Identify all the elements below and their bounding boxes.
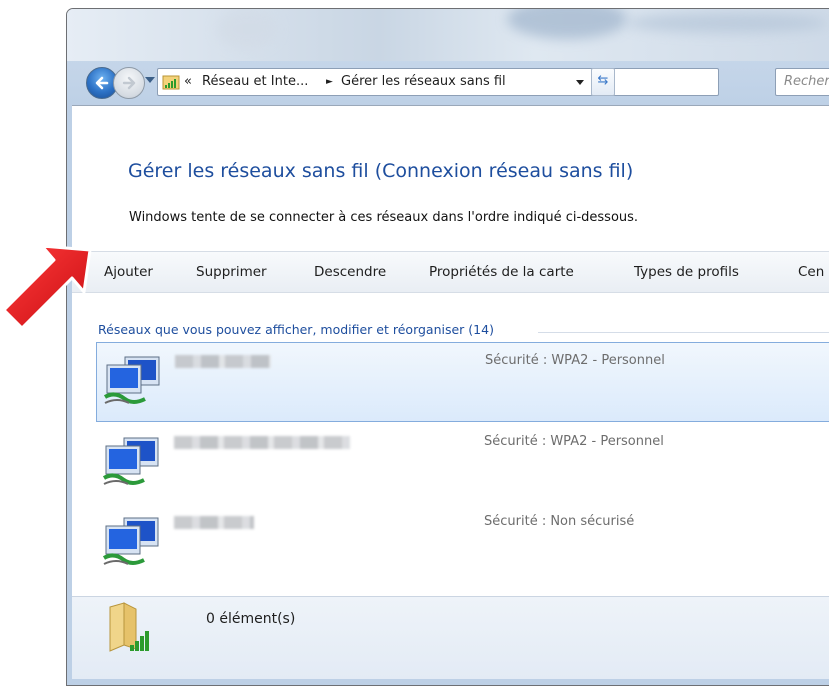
refresh-button[interactable]: ⇆ [591, 68, 615, 96]
back-arrow-icon [95, 76, 109, 90]
content-pane: Gérer les réseaux sans fil (Connexion ré… [72, 105, 829, 679]
navigation-bar: « Réseau et Inte... ► Gérer les réseaux … [81, 65, 829, 99]
page-title: Gérer les réseaux sans fil (Connexion ré… [128, 160, 634, 182]
network-name-redacted [174, 516, 254, 529]
network-list-item[interactable]: Sécurité : Non sécurisé [96, 504, 829, 584]
address-bar[interactable]: « Réseau et Inte... ► Gérer les réseaux … [157, 68, 719, 96]
network-security: Sécurité : Non sécurisé [484, 514, 635, 529]
network-list-item[interactable]: Sécurité : WPA2 - Personnel [96, 342, 829, 422]
network-computers-icon [103, 356, 160, 404]
breadcrumb-current[interactable]: Gérer les réseaux sans fil [341, 69, 506, 95]
forward-arrow-icon [122, 76, 136, 90]
red-arrow-icon [2, 244, 92, 330]
address-dropdown-icon[interactable] [576, 80, 584, 85]
add-button[interactable]: Ajouter [104, 252, 153, 292]
network-name-redacted [175, 355, 271, 368]
delete-button[interactable]: Supprimer [196, 252, 267, 292]
move-down-button[interactable]: Descendre [314, 252, 386, 292]
group-divider [538, 332, 829, 333]
title-bar [67, 9, 829, 61]
item-count: 0 élément(s) [206, 611, 296, 627]
details-pane: 0 élément(s) [72, 596, 829, 679]
network-list-item[interactable]: Sécurité : WPA2 - Personnel [96, 424, 829, 504]
network-name-redacted [174, 436, 350, 449]
network-computers-icon [102, 517, 159, 565]
adapter-properties-button[interactable]: Propriétés de la carte [429, 252, 574, 292]
folder-signal-icon [109, 602, 149, 652]
breadcrumb-parent[interactable]: Réseau et Inte... [202, 69, 308, 95]
network-security: Sécurité : WPA2 - Personnel [485, 353, 665, 368]
search-input[interactable]: Recher [775, 68, 829, 96]
window: « Réseau et Inte... ► Gérer les réseaux … [66, 8, 829, 686]
breadcrumb-separator[interactable]: ► [326, 69, 333, 95]
network-computers-icon [102, 437, 159, 485]
page-description: Windows tente de se connecter à ces rése… [129, 210, 639, 225]
network-security: Sécurité : WPA2 - Personnel [484, 434, 664, 449]
refresh-icon: ⇆ [597, 73, 609, 88]
network-signal-icon [162, 75, 180, 90]
profile-types-button[interactable]: Types de profils [634, 252, 739, 292]
group-header[interactable]: Réseaux que vous pouvez afficher, modifi… [98, 322, 494, 337]
network-center-button[interactable]: Cen [798, 252, 824, 292]
breadcrumb-prefix[interactable]: « [184, 69, 192, 95]
command-bar: Ajouter Supprimer Descendre Propriétés d… [72, 251, 829, 293]
forward-button[interactable] [113, 67, 145, 99]
recent-pages-dropdown[interactable] [145, 77, 155, 83]
